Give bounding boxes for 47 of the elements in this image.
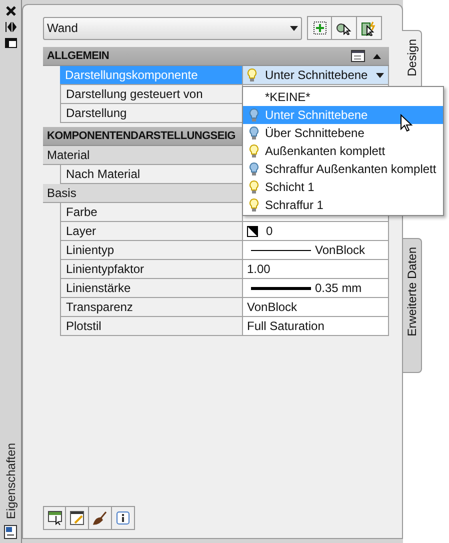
property-label[interactable]: Layer	[60, 222, 243, 241]
property-value: Full Saturation	[247, 318, 324, 335]
select-objects-icon	[361, 20, 377, 36]
property-value: VonBlock	[247, 299, 298, 316]
select-objects-button[interactable]	[357, 16, 382, 40]
property-label[interactable]: Darstellung	[60, 104, 243, 123]
caret-icon	[290, 26, 298, 30]
layer-swatch-icon	[247, 226, 258, 236]
brush-icon	[93, 511, 107, 525]
property-label[interactable]: Transparenz	[60, 298, 243, 317]
property-value: 0.35 mm	[315, 280, 362, 297]
property-label[interactable]: Nach Material	[60, 165, 243, 184]
object-type-dropdown[interactable]: Wand	[43, 16, 302, 40]
property-label[interactable]: Farbe	[60, 203, 243, 222]
palette-icon[interactable]	[4, 525, 17, 539]
property-label[interactable]: Linientypfaktor	[60, 260, 243, 279]
select-icon	[48, 511, 62, 525]
collapse-icon[interactable]	[373, 54, 381, 58]
section-header[interactable]: ALLGEMEIN	[43, 47, 389, 66]
properties-icon[interactable]	[4, 38, 16, 48]
palette-title: Eigenschaften	[2, 442, 18, 519]
property-value: VonBlock	[315, 242, 366, 259]
dropdown-arrow-icon[interactable]	[376, 72, 384, 78]
auto-hide-icon[interactable]	[4, 22, 16, 32]
property-label[interactable]: Linienstärke	[60, 279, 243, 298]
mouse-cursor-icon	[400, 114, 413, 133]
lineweight-preview	[251, 286, 311, 290]
property-label[interactable]: Plotstil	[60, 317, 243, 336]
select-button[interactable]	[43, 506, 66, 530]
property-value: Unter Schnittebene	[265, 67, 368, 84]
quick-select-button[interactable]	[332, 16, 357, 40]
side-tab[interactable]: Erweiterte Daten	[403, 238, 422, 373]
property-value: 1.00	[247, 261, 270, 278]
brush-button[interactable]	[89, 506, 112, 530]
close-icon[interactable]	[6, 6, 16, 16]
cursor-icon	[336, 21, 352, 35]
add-icon	[312, 21, 326, 35]
property-label[interactable]: Linientyp	[60, 241, 243, 260]
property-value: 0	[266, 223, 273, 240]
edit-button[interactable]	[66, 506, 89, 530]
info-icon	[116, 511, 130, 525]
property-label[interactable]: Darstellung gesteuert von	[60, 85, 243, 104]
dropdown-option[interactable]: *KEINE*	[243, 88, 443, 106]
quick-properties-icon[interactable]	[351, 50, 365, 62]
add-selection-button[interactable]	[307, 16, 332, 40]
info-button[interactable]	[112, 506, 135, 530]
edit-icon	[70, 511, 84, 525]
